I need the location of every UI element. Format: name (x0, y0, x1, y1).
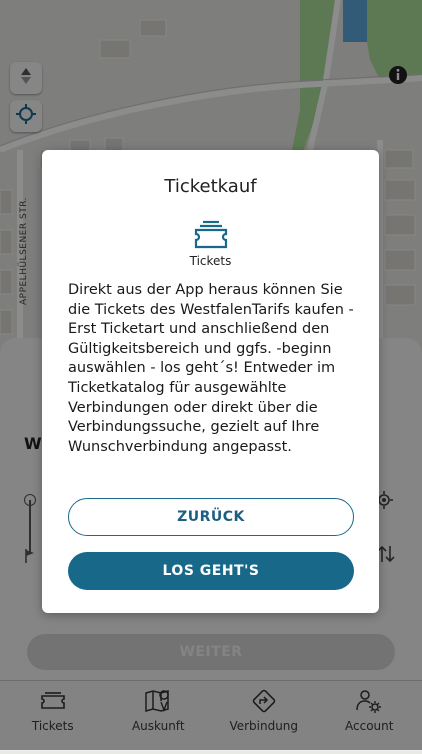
ticket-purchase-dialog: Ticketkauf Tickets Direkt aus der App he… (42, 150, 379, 613)
dialog-body-text: Direkt aus der App heraus können Sie die… (68, 281, 358, 457)
dialog-title: Ticketkauf (42, 176, 379, 197)
lets-go-button[interactable]: LOS GEHT'S (68, 552, 354, 590)
ticket-icon-label: Tickets (42, 254, 379, 268)
ticket-icon (192, 220, 230, 254)
back-button[interactable]: ZURÜCK (68, 498, 354, 536)
